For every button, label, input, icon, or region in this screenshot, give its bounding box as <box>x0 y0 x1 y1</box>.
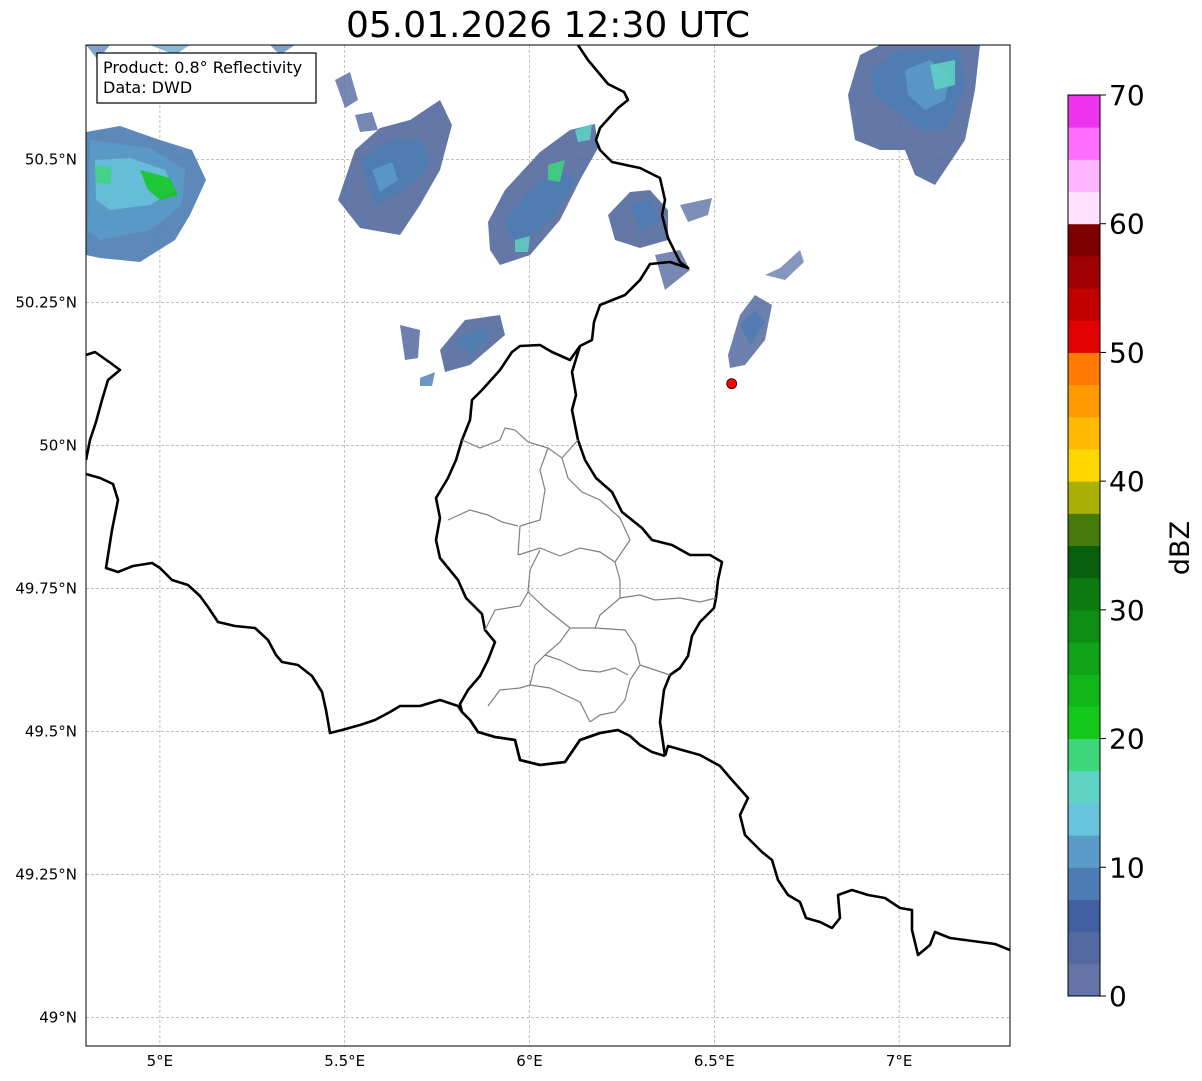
info-box: Product: 0.8° Reflectivity Data: DWD <box>96 52 317 104</box>
colorbar-swatch <box>1068 802 1100 836</box>
axis-ticks: 5°E 5.5°E 6°E 6.5°E 7°E 49°N 49.25°N 49.5°N 49.7… <box>15 150 912 1070</box>
colorbar-swatch <box>1068 577 1100 611</box>
colorbar-swatch <box>1068 159 1100 193</box>
colorbar-swatch <box>1068 899 1100 933</box>
y-tick-label: 49.5°N <box>25 722 77 740</box>
colorbar-swatch <box>1068 352 1100 386</box>
colorbar-swatch <box>1068 384 1100 418</box>
x-tick-label: 5.5°E <box>324 1052 365 1070</box>
colorbar-swatch <box>1068 706 1100 740</box>
colorbar-swatch <box>1068 448 1100 482</box>
colorbar-swatch <box>1068 738 1100 772</box>
y-tick-label: 49.75°N <box>15 579 77 597</box>
colorbar-swatch <box>1068 545 1100 579</box>
colorbar-swatch <box>1068 320 1100 353</box>
echo-cluster-east <box>728 45 980 368</box>
info-source: Data: DWD <box>103 78 192 97</box>
colorbar-tick-label: 10 <box>1109 851 1145 884</box>
colorbar-tick-label: 60 <box>1109 208 1145 241</box>
colorbar-swatch <box>1068 513 1100 546</box>
y-tick-label: 49°N <box>39 1008 77 1026</box>
y-tick-label: 50.25°N <box>15 293 77 311</box>
colorbar-tick-label: 50 <box>1109 336 1145 369</box>
colorbar-swatch <box>1068 127 1100 160</box>
canton-borders <box>447 427 717 723</box>
colorbar-swatch <box>1068 481 1100 514</box>
colorbar-swatch <box>1068 255 1100 289</box>
colorbar-tick-label: 20 <box>1109 723 1145 756</box>
colorbar-swatch <box>1068 867 1100 900</box>
colorbar-swatch <box>1068 963 1100 997</box>
colorbar-swatch <box>1068 835 1100 868</box>
colorbar-swatch <box>1068 931 1100 965</box>
y-tick-label: 49.25°N <box>15 865 77 883</box>
colorbar-swatch <box>1068 95 1100 128</box>
radar-map-figure: 5°E 5.5°E 6°E 6.5°E 7°E 49°N 49.25°N 49.5°N 49.7… <box>15 44 1196 1070</box>
colorbar-swatch <box>1068 642 1100 675</box>
radar-site-marker[interactable] <box>726 378 738 390</box>
colorbar: 0 10 20 30 40 50 60 70 <box>1067 79 1145 1013</box>
colorbar-swatch <box>1068 674 1100 707</box>
colorbar-tick-label: 70 <box>1109 79 1145 112</box>
colorbar-swatch <box>1068 288 1100 321</box>
colorbar-tick-label: 30 <box>1109 594 1145 627</box>
x-tick-label: 5°E <box>147 1052 174 1070</box>
colorbar-swatch <box>1068 770 1100 804</box>
colorbar-swatch <box>1068 416 1100 450</box>
x-tick-label: 6.5°E <box>694 1052 735 1070</box>
colorbar-label: dBZ <box>1165 521 1196 575</box>
y-tick-label: 50.5°N <box>25 150 77 168</box>
border-france-germany <box>663 744 1010 957</box>
info-product: Product: 0.8° Reflectivity <box>103 58 302 77</box>
colorbar-tick-label: 0 <box>1109 980 1127 1013</box>
colorbar-tick-label: 40 <box>1109 465 1145 498</box>
border-belgium-france <box>86 472 666 767</box>
y-tick-label: 50°N <box>39 436 77 454</box>
border-belgium-west <box>86 350 122 461</box>
colorbar-swatch <box>1068 609 1100 643</box>
colorbar-swatch <box>1068 223 1100 257</box>
x-tick-label: 7°E <box>886 1052 913 1070</box>
x-tick-label: 6°E <box>516 1052 543 1070</box>
echo-cluster-north <box>335 72 712 386</box>
colorbar-swatch <box>1068 191 1100 225</box>
